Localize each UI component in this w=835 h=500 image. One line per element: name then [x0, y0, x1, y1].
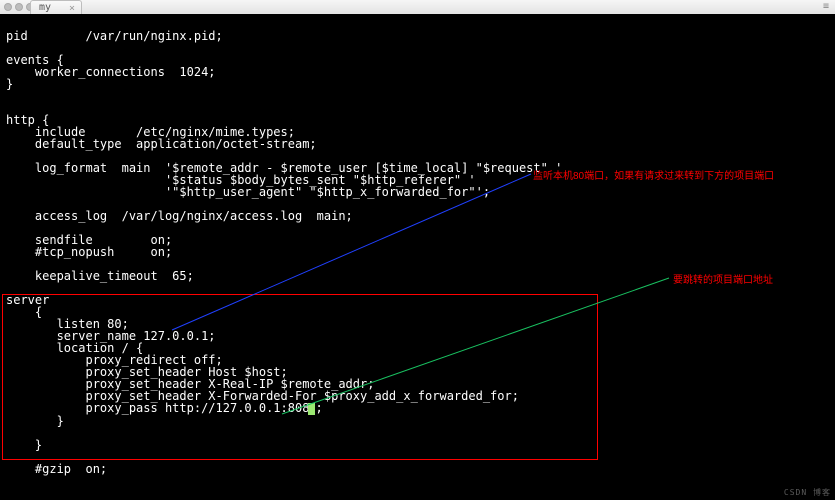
annotation-bottom: 要跳转的项目端口地址: [673, 271, 773, 286]
app-window: my × ≡ pid /var/run/nginx.pid; events { …: [0, 0, 835, 500]
code-line: access_log /var/log/nginx/access.log mai…: [6, 209, 353, 223]
code-line-tail: ;: [315, 401, 322, 415]
menu-icon[interactable]: ≡: [823, 2, 829, 12]
titlebar: my × ≡: [0, 0, 835, 15]
annotation-top: 监听本机80端口，如果有请求过来转到下方的项目端口: [533, 167, 774, 182]
code-line: #gzip on;: [6, 462, 107, 476]
code-line: }: [6, 438, 42, 452]
code-line: '"$http_user_agent" "$http_x_forwarded_f…: [6, 185, 490, 199]
code-line: proxy_pass http://127.0.0.1:808: [6, 401, 309, 415]
code-line: pid /var/run/nginx.pid;: [6, 29, 223, 43]
tab-my[interactable]: my ×: [30, 0, 82, 14]
close-dot[interactable]: [4, 3, 12, 11]
code-line: #tcp_nopush on;: [6, 245, 172, 259]
min-dot[interactable]: [15, 3, 23, 11]
tab-bar: my ×: [30, 0, 82, 14]
code-line: worker_connections 1024;: [6, 65, 216, 79]
tab-title: my: [39, 2, 51, 13]
terminal-content[interactable]: pid /var/run/nginx.pid; events { worker_…: [0, 14, 835, 500]
code-line: }: [6, 414, 64, 428]
code-line: default_type application/octet-stream;: [6, 137, 317, 151]
code-line: keepalive_timeout 65;: [6, 269, 194, 283]
watermark: CSDN 博客: [784, 487, 831, 498]
code-line: }: [6, 77, 13, 91]
